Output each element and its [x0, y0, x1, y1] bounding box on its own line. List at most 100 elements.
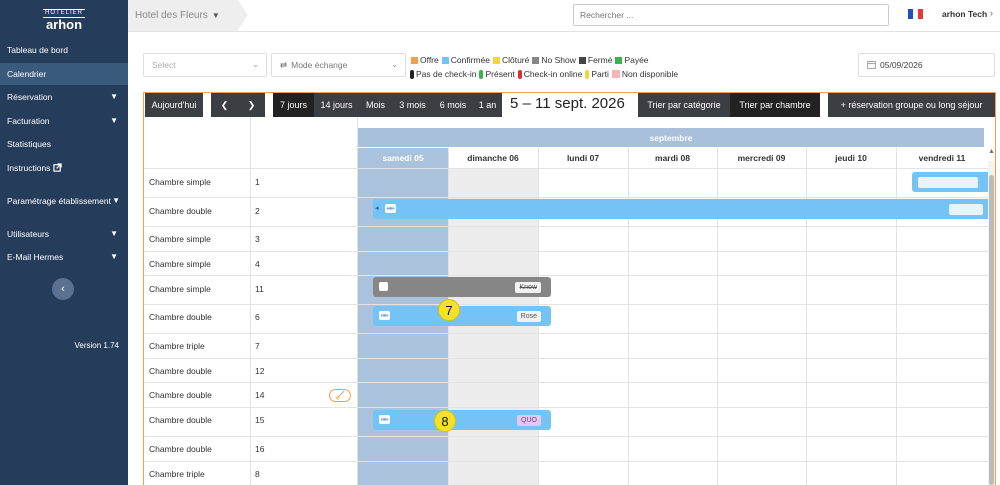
grid-line: [144, 275, 995, 276]
room-number: 12: [255, 366, 265, 376]
room-number: 14: [255, 390, 265, 400]
grid-line: [144, 226, 995, 227]
room-number: 2: [255, 206, 260, 216]
range-6-months-button[interactable]: 6 mois: [433, 93, 473, 117]
sidebar-item-utilisateurs[interactable]: Utilisateurs ▼: [0, 223, 128, 245]
step-badge: 8: [434, 410, 456, 432]
room-number: 6: [255, 312, 260, 322]
room-type: Chambre simple: [149, 284, 211, 294]
booking-label: Rose: [516, 311, 541, 322]
sort-category-button[interactable]: Trier par catégorie: [638, 93, 730, 117]
sidebar-item-parametrage[interactable]: Paramétrage établissement ▼: [0, 190, 128, 212]
grid-line: [144, 304, 995, 305]
sidebar-item-instructions[interactable]: Instructions: [0, 157, 128, 179]
grid-line: [144, 251, 995, 252]
logo-main-text: arhon: [45, 17, 83, 32]
day-header: vendredi 11: [918, 153, 966, 163]
next-button[interactable]: ❯: [238, 93, 265, 117]
sidebar-item-reservation[interactable]: Réservation ▼: [0, 86, 128, 108]
search-input[interactable]: [573, 4, 889, 26]
range-month-button[interactable]: Mois: [359, 93, 392, 117]
booking-label: QUO: [517, 415, 541, 426]
range-14-days-button[interactable]: 14 jours: [314, 93, 359, 117]
day-header: mercredi 09: [737, 153, 786, 163]
sidebar-item-label: E-Mail Hermes: [7, 252, 64, 262]
sidebar-collapse-button[interactable]: ‹: [52, 278, 74, 300]
select-placeholder: Select: [152, 60, 176, 70]
app-window: HOTELIER arhon Tableau de bord Calendrie…: [0, 0, 1000, 485]
range-3-months-button[interactable]: 3 mois: [392, 93, 433, 117]
category-select[interactable]: Select ⌄: [143, 53, 267, 77]
mode-select[interactable]: ⇄ Mode échange ⌄: [271, 53, 406, 77]
step-badge: 7: [438, 299, 460, 321]
grid-line: [144, 168, 995, 169]
hotel-selector[interactable]: Hotel des Fleurs ▼: [128, 0, 238, 31]
sidebar-item-statistiques[interactable]: Statistiques: [0, 133, 128, 155]
sidebar-item-facturation[interactable]: Facturation ▼: [0, 110, 128, 132]
person-yellow-icon: [585, 69, 590, 79]
date-picker[interactable]: 05/09/2026: [858, 53, 995, 77]
sidebar-item-tableau-de-bord[interactable]: Tableau de bord: [0, 39, 128, 61]
date-value: 05/09/2026: [880, 60, 923, 70]
room-number: 15: [255, 415, 265, 425]
user-name[interactable]: arhon Tech: [942, 9, 987, 19]
version-text: Version 1.74: [74, 341, 119, 350]
room-type: Chambre double: [149, 312, 212, 322]
period-title: 5 – 11 sept. 2026: [510, 95, 625, 112]
logo[interactable]: HOTELIER arhon: [0, 6, 128, 31]
group-booking-button[interactable]: + réservation groupe ou long séjour: [828, 93, 995, 117]
sidebar-item-label: Instructions: [7, 163, 51, 173]
person-red-icon: [517, 69, 522, 79]
sidebar-item-label: Facturation: [7, 116, 50, 126]
sidebar-item-label: Tableau de bord: [7, 45, 68, 55]
chevron-right-icon[interactable]: ›: [990, 8, 993, 18]
room-number: 1: [255, 177, 260, 187]
room-type: Chambre simple: [149, 177, 211, 187]
booking-bar[interactable]: [912, 172, 992, 192]
scroll-up-icon[interactable]: ▲: [988, 148, 995, 158]
legend-label: Pas de check-in: [416, 69, 477, 79]
legend-label: Clôturé: [501, 55, 530, 65]
today-button[interactable]: Aujourd'hui: [145, 93, 203, 117]
sidebar-item-email-hermes[interactable]: E-Mail Hermes ▼: [0, 246, 128, 268]
grid-line: [144, 436, 995, 437]
cleaning-button[interactable]: 🧹: [329, 389, 351, 402]
french-flag-icon[interactable]: [908, 9, 923, 19]
sidebar-item-calendrier[interactable]: Calendrier: [0, 63, 128, 85]
room-type: Chambre double: [149, 415, 212, 425]
guest-icon: ᚔ: [379, 415, 390, 424]
legend-label: Fermé: [587, 55, 613, 65]
chevron-down-icon: ▼: [110, 229, 118, 238]
booking-bar[interactable]: ◂ ᚔ: [373, 199, 993, 219]
room-number: 7: [255, 341, 260, 351]
calendar-grid: septembre samedi 05 dimanche 06 lundi 07…: [143, 117, 996, 485]
room-number: 11: [255, 284, 264, 294]
range-7-days-button[interactable]: 7 jours: [273, 93, 314, 117]
sort-room-button[interactable]: Trier par chambre: [730, 93, 820, 117]
range-1-year-button[interactable]: 1 an: [473, 93, 502, 117]
prev-button[interactable]: ❮: [211, 93, 238, 117]
legend-label: Parti: [591, 69, 609, 79]
legend-label: Présent: [485, 69, 515, 79]
booking-bar-rose[interactable]: ᚔ Rose: [373, 306, 551, 326]
room-type: Chambre simple: [149, 234, 211, 244]
sidebar-item-label: Utilisateurs: [7, 229, 50, 239]
person-black-icon: [410, 69, 414, 79]
grid-line: [144, 197, 995, 198]
grid-line: [144, 382, 995, 383]
booking-label-placeholder: [918, 177, 978, 188]
chevron-down-icon: ⌄: [391, 60, 398, 69]
booking-label-placeholder: [949, 204, 983, 215]
cloture-swatch: [492, 56, 500, 64]
scrollbar-thumb[interactable]: [989, 175, 994, 485]
room-type: Chambre double: [149, 390, 212, 400]
booking-bar-quo[interactable]: ᚔ QUO: [373, 410, 551, 430]
caret-down-icon: ▼: [211, 11, 220, 20]
grid-line: [144, 407, 995, 408]
room-type: Chambre double: [149, 444, 212, 454]
grid-line: [250, 117, 251, 485]
booking-bar-no-show[interactable]: Know: [373, 277, 551, 297]
chevron-left-icon: ‹: [61, 283, 65, 295]
room-number: 3: [255, 234, 260, 244]
guest-icon: ᚔ: [379, 311, 390, 320]
